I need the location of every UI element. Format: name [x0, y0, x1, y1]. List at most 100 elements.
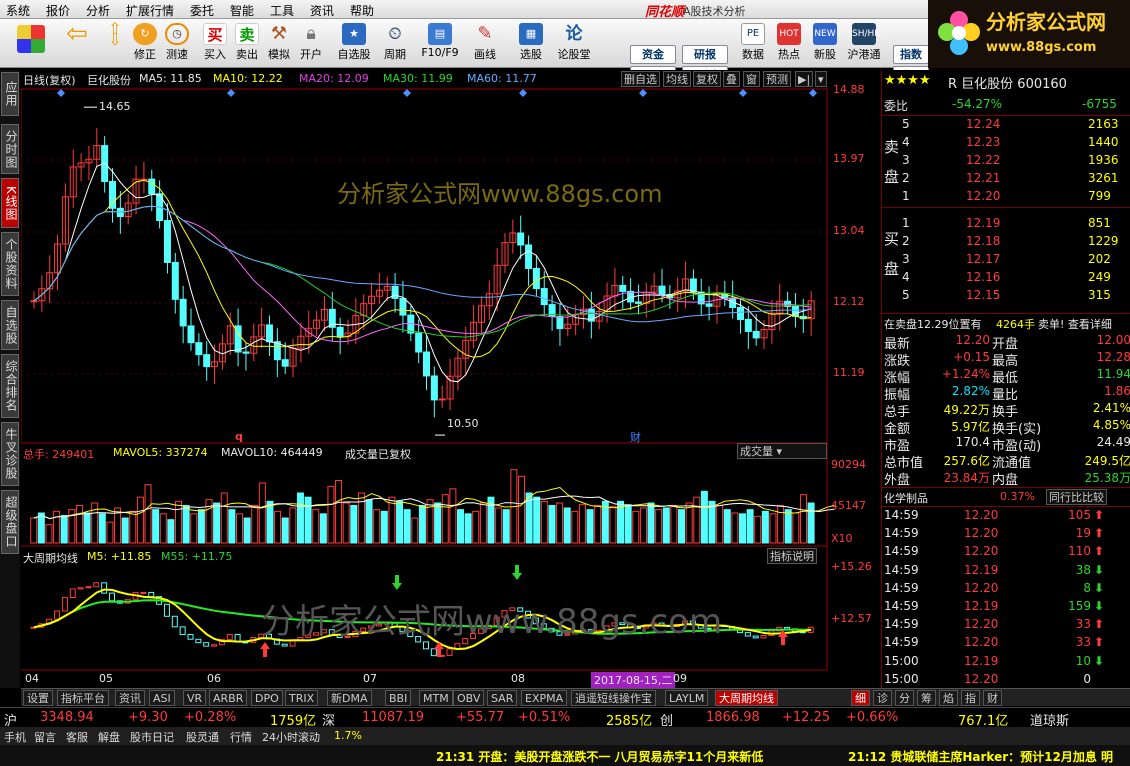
quote-tab[interactable]: 分: [895, 690, 914, 706]
tab-ranking[interactable]: 综合排名: [1, 354, 19, 418]
cy-index[interactable]: 1866.98: [706, 710, 760, 725]
sector-name[interactable]: 化学制品: [884, 490, 928, 506]
tab-super-board[interactable]: 超级盘口: [1, 490, 19, 554]
quote-tab[interactable]: 细: [851, 690, 870, 706]
event-marker-q[interactable]: q: [235, 430, 243, 443]
quote-tab[interactable]: 财: [983, 690, 1002, 706]
indicator-tab[interactable]: 指标平台: [57, 690, 109, 706]
draw-line-button[interactable]: ✎ 画线: [468, 21, 502, 66]
fix-button[interactable]: ↻ 修正: [128, 21, 162, 66]
indicator-tab[interactable]: VR: [183, 690, 207, 706]
link-mobile[interactable]: 手机: [4, 729, 26, 745]
menu-order[interactable]: 委托: [190, 2, 214, 19]
overlay-button[interactable]: 叠: [723, 71, 740, 87]
hotspot-button[interactable]: HOT 热点: [772, 21, 806, 66]
chart-menu-chevron-icon[interactable]: ▾: [815, 71, 827, 87]
indicator-tab[interactable]: OBV: [453, 690, 485, 706]
menu-help[interactable]: 帮助: [350, 2, 374, 19]
link-market[interactable]: 行情: [230, 729, 252, 745]
volume-dropdown[interactable]: 成交量 ▾: [737, 443, 827, 459]
link-review[interactable]: 解盘: [98, 729, 120, 745]
tab-stock-info[interactable]: 个股资料: [1, 232, 19, 296]
sz-index[interactable]: 11087.19: [362, 710, 424, 725]
layout-button[interactable]: [14, 23, 48, 68]
hk-connect-button[interactable]: SH/HK 沪港通: [844, 21, 884, 66]
news-ticker[interactable]: 21:31 开盘：美股开盘涨跌不一 八月贸易赤字11个月来新低 21:12 贵城…: [0, 745, 1130, 766]
indicator-tab[interactable]: DPO: [251, 690, 283, 706]
buy-button[interactable]: 买买入: [198, 21, 232, 66]
remove-watchlist-button[interactable]: 删自选: [621, 71, 660, 87]
link-stock-tips[interactable]: 股灵通: [186, 729, 219, 745]
scroll-news-label[interactable]: 24小时滚动: [262, 729, 320, 745]
forum-button[interactable]: 论论股堂: [552, 21, 596, 66]
data-button[interactable]: PE 数据: [736, 21, 770, 66]
data-label: 数据: [742, 48, 764, 61]
kline-chart-panel[interactable]: 日线(复权) 巨化股份 MA5: 11.85 MA10: 12.22 MA20:…: [21, 70, 880, 688]
tab-diagnose[interactable]: 牛叉诊股: [1, 422, 19, 486]
sell-button[interactable]: 卖卖出: [230, 21, 264, 66]
indicator-tab[interactable]: BBI: [385, 690, 412, 706]
period-button[interactable]: ⏲ 周期: [378, 21, 412, 66]
menu-quote[interactable]: 报价: [46, 2, 70, 19]
indicator-tab[interactable]: 逍遥短线操作宝: [571, 690, 656, 706]
menu-smart[interactable]: 智能: [230, 2, 254, 19]
indicator-tab[interactable]: ARBR: [209, 690, 248, 706]
document-icon: ▤: [428, 23, 452, 45]
link-service[interactable]: 客服: [66, 729, 88, 745]
menu-analysis[interactable]: 分析: [86, 2, 110, 19]
indicator-tab[interactable]: TRIX: [285, 690, 319, 706]
back-button[interactable]: ⇦: [60, 21, 94, 66]
fund-button[interactable]: 资金: [630, 45, 676, 64]
quote-tab[interactable]: 诊: [873, 690, 892, 706]
next-arrow-icon[interactable]: ▶|: [795, 71, 814, 87]
quote-tab[interactable]: 筹: [917, 690, 936, 706]
link-message[interactable]: 留言: [34, 729, 56, 745]
menu-tools[interactable]: 工具: [270, 2, 294, 19]
indicator-tab[interactable]: 大周期均线: [715, 690, 778, 706]
tab-watchlist[interactable]: 自选股: [1, 300, 19, 350]
finance-marker[interactable]: 财: [630, 429, 641, 445]
peer-compare-button[interactable]: 同行比比较: [1046, 489, 1107, 505]
ma-toggle-button[interactable]: 均线: [663, 71, 691, 87]
indicator-explain-button[interactable]: 指标说明: [767, 548, 817, 564]
volume-bar: [716, 505, 724, 544]
news-item-2[interactable]: 21:12 贵城联储主席Harker：预计12月加息 明: [848, 748, 1113, 765]
index-button[interactable]: 指数: [893, 45, 929, 64]
news-item-1[interactable]: 21:31 开盘：美股开盘涨跌不一 八月贸易赤字11个月来新低: [436, 748, 763, 765]
quote-tab[interactable]: 指: [961, 690, 980, 706]
menu-system[interactable]: 系统: [6, 2, 30, 19]
f10-button[interactable]: ▤ F10/F9: [418, 21, 462, 66]
ipo-button[interactable]: NEW 新股: [808, 21, 842, 66]
window-button[interactable]: 窗: [743, 71, 760, 87]
speed-test-button[interactable]: ◷ 测速: [160, 21, 194, 66]
menu-extended[interactable]: 扩展行情: [126, 2, 174, 19]
order-notice-link[interactable]: 卖单! 查看详细: [1038, 316, 1112, 332]
indicator-tab[interactable]: LAYLM: [665, 690, 709, 706]
indicator-tab[interactable]: MTM: [419, 690, 453, 706]
chart-forecast-button[interactable]: 预测: [763, 71, 791, 87]
indicator-tab[interactable]: SAR: [487, 690, 518, 706]
menu-news[interactable]: 资讯: [310, 2, 334, 19]
simulate-button[interactable]: ⚒ 模拟: [262, 21, 296, 66]
indicator-tab[interactable]: 新DMA: [327, 690, 372, 706]
tick-volume: 0: [1083, 671, 1091, 686]
stock-picker-button[interactable]: ▦ 选股: [514, 21, 548, 66]
watchlist-button[interactable]: ★ 自选股: [332, 21, 376, 66]
tick-volume: 33: [1075, 635, 1091, 650]
tab-app[interactable]: 应用: [1, 72, 19, 116]
updown-button[interactable]: ⇧ ⇩: [98, 21, 132, 66]
tab-timeshare[interactable]: 分时图: [1, 124, 19, 174]
chart-period[interactable]: 日线(复权): [23, 72, 76, 88]
open-account-button[interactable]: 🔒︎ 开户: [294, 21, 328, 66]
adjust-button[interactable]: 复权: [693, 71, 721, 87]
research-button[interactable]: 研报: [682, 45, 728, 64]
volume-bar: [502, 509, 510, 544]
indicator-tab[interactable]: 设置: [23, 690, 53, 706]
quote-tab[interactable]: 焰: [939, 690, 958, 706]
tab-kline[interactable]: K线图: [1, 178, 19, 228]
link-diary[interactable]: 股市日记: [130, 729, 174, 745]
indicator-tab[interactable]: 资讯: [115, 690, 145, 706]
indicator-tab[interactable]: EXPMA: [521, 690, 568, 706]
indicator-tab[interactable]: ASI: [149, 690, 175, 706]
sh-index[interactable]: 3348.94: [40, 710, 94, 725]
